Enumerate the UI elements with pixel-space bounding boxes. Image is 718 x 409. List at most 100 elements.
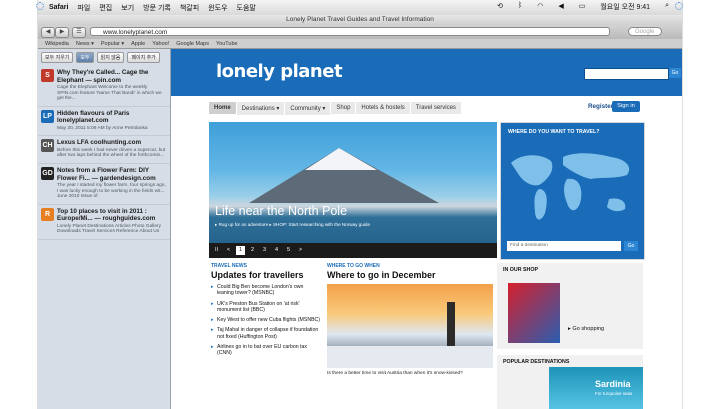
spotlight-icon[interactable]: ⌕ [665,2,669,12]
travel-news-title[interactable]: Updates for travellers [211,270,321,280]
reading-list-item[interactable]: LP Hidden flavours of Paris lonelyplanet.… [38,107,170,137]
reading-item-title: Hidden flavours of Paris lonelyplanet.co… [57,109,130,125]
tab-unread[interactable]: 읽지 않음 [96,52,125,63]
url-field[interactable]: www.lonelyplanet.com [90,27,610,36]
timemachine-icon[interactable]: ⟲ [497,2,503,12]
go-shopping-link[interactable]: ▸ Go shopping [568,326,604,332]
clear-all-button[interactable]: 모두 지우기 [41,52,74,63]
site-favicon-icon: S [41,69,54,82]
destination-go-button[interactable]: Go [624,241,638,251]
site-search-go-button[interactable]: Go [669,68,681,78]
menu-bookmarks[interactable]: 책갈피 [180,3,199,13]
menu-window[interactable]: 윈도우 [208,3,227,13]
news-item[interactable]: Key West to offer new Cuba flights (MSNB… [211,317,321,324]
sardinia-title[interactable]: Sardinia [595,379,631,389]
sign-in-button[interactable]: Sign in [612,101,640,112]
news-item[interactable]: UK's Preston Bus Station on 'at risk' mo… [211,301,321,314]
bookmark-popular[interactable]: Popular ▾ [101,41,124,47]
popular-destinations: POPULAR DESTINATIONS Sardinia For turquo… [497,355,643,409]
bookmark-yahoo[interactable]: Yahoo! [152,41,169,47]
menu-clock[interactable]: 월요일 오전 9:41 [600,2,650,12]
map-eurasia[interactable] [563,153,630,179]
pager-pause-button[interactable]: II [212,246,221,255]
world-map-image[interactable] [501,123,644,259]
news-item[interactable]: Could Big Ben become London's own leanin… [211,284,321,297]
register-link[interactable]: Register [588,103,613,110]
site-nav: Home Destinations ▾ Community ▾ Shop Hot… [209,101,645,115]
map-south-america[interactable] [534,189,547,220]
site-favicon-icon: GD [41,167,54,181]
hero-pager: II < 1 2 3 4 5 > [209,243,497,258]
back-button[interactable]: ◀ [41,26,55,38]
news-item[interactable]: Airlines go in to bat over EU carbon tax… [211,344,321,357]
hero-banner[interactable]: Life near the North Pole ▸ Rug up for an… [209,122,497,258]
nav-destinations[interactable]: Destinations ▾ [236,101,286,115]
site-logo[interactable]: lonely planet [216,61,343,82]
site-search-input[interactable] [584,68,669,80]
reading-item-desc: Lonely Planet Destinations Articles Phot… [57,223,161,235]
tab-all[interactable]: 모두 [76,52,94,63]
menu-app-name[interactable]: Safari [49,4,68,11]
search-field[interactable]: Google [628,27,662,36]
menu-view[interactable]: 보기 [121,3,134,13]
pager-page-5[interactable]: 5 [284,246,293,255]
nav-shop[interactable]: Shop [331,102,357,114]
hero-links[interactable]: ▸ Rug up for an adventure ▸ SHOP: Start … [215,222,370,228]
menu-extras: ⟲ ᛒ ◠ ◀︎ ▭ 월요일 오전 9:41 ⌕ [497,2,678,12]
reading-list-item[interactable]: CH Lexus LFA coolhunting.com Before this w… [38,136,170,165]
wifi-icon[interactable]: ◠ [537,2,543,12]
where-to-go-tag: WHERE TO GO WHEN [327,263,380,269]
where-to-go-title[interactable]: Where to go in December [327,270,495,280]
reading-list-item[interactable]: R Top 10 places to visit in 2011 : Europe… [38,205,170,241]
menu-file[interactable]: 파일 [77,3,90,13]
austria-photo[interactable] [327,284,493,368]
site-favicon-icon: R [41,207,54,221]
site-header: lonely planet Go [171,49,682,96]
forward-button[interactable]: ▶ [55,26,69,38]
hero-title[interactable]: Life near the North Pole [215,204,347,218]
shop-title: IN OUR SHOP [503,267,539,273]
destination-map-widget: WHERE DO YOU WANT TO TRAVEL? Find a dest… [500,122,645,260]
nav-home[interactable]: Home [209,102,237,114]
nav-community[interactable]: Community ▾ [285,101,332,115]
volume-icon[interactable]: ◀︎ [558,2,563,12]
pager-page-1[interactable]: 1 [236,246,245,255]
pager-page-3[interactable]: 3 [260,246,269,255]
bookmark-google-maps[interactable]: Google Maps [176,41,209,47]
map-north-america[interactable] [511,155,553,186]
shop-widget: IN OUR SHOP ▸ Go shopping [497,263,643,349]
bookmark-news[interactable]: News ▾ [76,41,94,47]
reader-icon[interactable]: ☰ [72,26,86,38]
site-favicon-icon: CH [41,139,54,153]
battery-icon[interactable]: ▭ [579,2,586,12]
news-item[interactable]: Taj Mahal in danger of collapse if found… [211,327,321,340]
pager-prev-button[interactable]: < [224,246,233,255]
bookmark-wikipedia[interactable]: Wikipedia [45,41,69,47]
mountain-snow [305,148,377,170]
top-right-handle [675,2,683,10]
menu-history[interactable]: 방문 기록 [143,3,171,13]
reading-list-item[interactable]: S Why They're Called... Cage the Elephant… [38,66,170,107]
nav-travel-services[interactable]: Travel services [410,102,462,114]
pager-page-2[interactable]: 2 [248,246,257,255]
destination-input[interactable]: Find a destination [507,241,621,251]
screen: Safari 파일 편집 보기 방문 기록 책갈피 윈도우 도움말 ⟲ ᛒ ◠ … [38,0,682,409]
menu-edit[interactable]: 편집 [99,3,112,13]
sardinia-subtitle: For turquoise seas [595,391,633,396]
bluetooth-icon[interactable]: ᛒ [518,2,522,12]
bookmark-apple[interactable]: Apple [131,41,145,47]
nav-hotels[interactable]: Hotels & hostels [356,102,411,114]
pager-page-4[interactable]: 4 [272,246,281,255]
map-africa[interactable] [564,178,582,211]
bookmark-youtube[interactable]: YouTube [216,41,238,47]
reading-item-desc: The year I started my flower farm, four … [57,183,166,200]
reading-list-item[interactable]: GD Notes from a Flower Farm: DIY Flower F… [38,164,170,205]
add-page-button[interactable]: 페이지 추가 [127,52,160,63]
map-australia[interactable] [607,198,626,212]
menu-help[interactable]: 도움말 [237,3,256,13]
guidebook-image[interactable] [508,283,560,343]
top-left-handle [36,2,44,10]
snow-ground [327,346,493,368]
pager-next-button[interactable]: > [296,246,305,255]
web-page: lonely planet Go Home Destinations ▾ Com… [171,49,682,409]
